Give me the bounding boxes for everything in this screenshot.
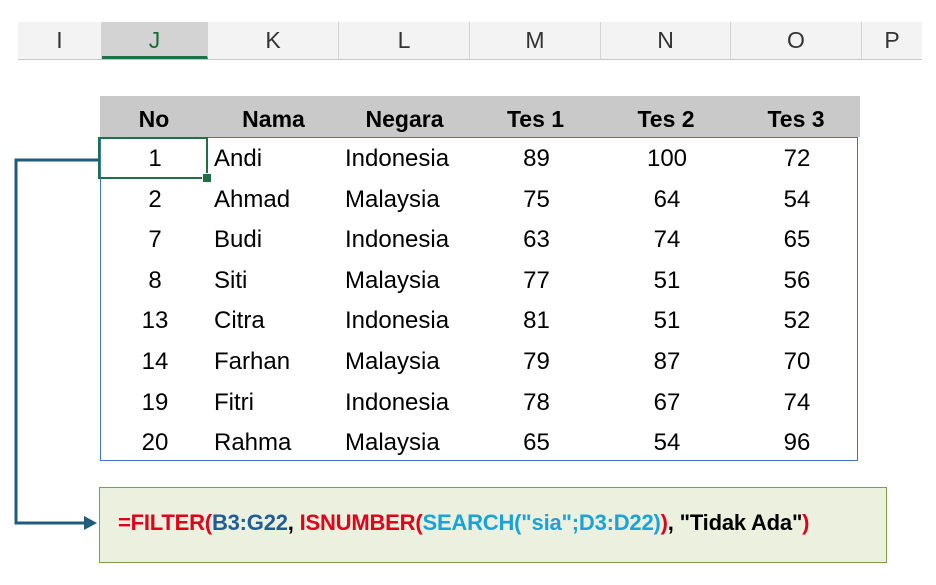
formula-part: ISNUMBER(	[299, 510, 423, 535]
formula-part: ,	[287, 510, 300, 535]
formula-part: )	[802, 510, 810, 535]
formula-part: , "Tidak Ada"	[667, 510, 803, 535]
arrow-head-icon	[84, 516, 97, 530]
formula-callout: =FILTER(B3:G22, ISNUMBER(SEARCH("sia";D3…	[99, 487, 887, 563]
formula-part: B3:G22	[211, 510, 288, 535]
formula-part: =FILTER(	[118, 510, 212, 535]
formula-part: )	[660, 510, 668, 535]
formula-part: SEARCH("sia";D3:D22)	[422, 510, 661, 535]
formula-text: =FILTER(B3:G22, ISNUMBER(SEARCH("sia";D3…	[118, 510, 810, 536]
